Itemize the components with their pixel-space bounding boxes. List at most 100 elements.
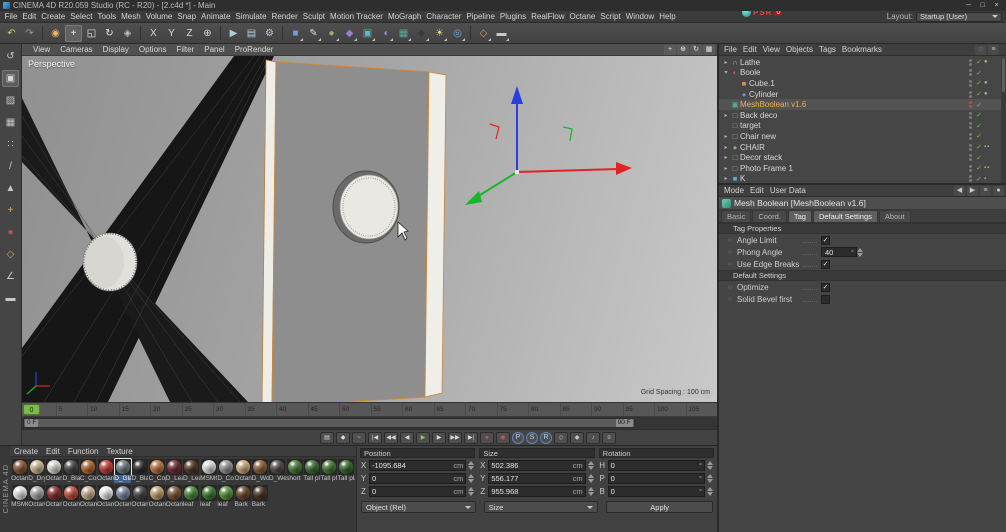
size-mode-select[interactable]: Size bbox=[484, 501, 599, 513]
object-tree-row[interactable]: □ target ✓ bbox=[719, 121, 1006, 132]
object-type-icon[interactable]: ■ bbox=[730, 174, 740, 183]
viewport-label[interactable]: Perspective bbox=[28, 59, 75, 69]
material-item[interactable]: C_Copp bbox=[149, 459, 166, 483]
material-item[interactable]: D_Wear bbox=[269, 459, 286, 483]
viewport-canvas[interactable] bbox=[22, 56, 717, 402]
expander-icon[interactable]: ▸ bbox=[722, 59, 730, 66]
scale-tool-icon[interactable]: ◱ bbox=[83, 25, 100, 42]
object-tree-row[interactable]: ▸ □ Decor stack ✓ bbox=[719, 152, 1006, 163]
menu-item[interactable]: RealFlow bbox=[529, 12, 567, 21]
boolean-disc-object[interactable] bbox=[333, 171, 399, 243]
material-item[interactable]: Octane bbox=[149, 485, 166, 509]
material-menu-item[interactable]: Texture bbox=[103, 447, 137, 456]
record-parameter-toggle[interactable]: ◇ bbox=[554, 432, 568, 444]
attribute-tab[interactable]: Tag bbox=[788, 210, 812, 222]
material-item[interactable]: D_Leath bbox=[183, 459, 200, 483]
material-item[interactable]: D_Blacl bbox=[63, 459, 80, 483]
value-spinner[interactable] bbox=[588, 461, 595, 470]
object-type-icon[interactable]: ∩ bbox=[730, 58, 740, 67]
expander-icon[interactable]: ▸ bbox=[722, 165, 730, 172]
object-label[interactable]: target bbox=[740, 121, 966, 130]
section-header[interactable]: Default Settings bbox=[719, 270, 1006, 281]
object-type-icon[interactable]: ■ bbox=[739, 79, 749, 88]
value-spinner[interactable] bbox=[707, 461, 714, 470]
menu-item[interactable]: Simulate bbox=[233, 12, 269, 21]
viewport-solo-icon[interactable]: ● bbox=[2, 224, 19, 241]
material-item[interactable]: MSMC1 bbox=[200, 459, 217, 483]
menu-item[interactable]: MoGraph bbox=[385, 12, 423, 21]
keyframe-circle-icon[interactable]: ○ bbox=[728, 237, 737, 244]
z-axis-lock-button[interactable]: Z bbox=[181, 25, 198, 42]
material-item[interactable]: Octane bbox=[166, 485, 183, 509]
object-manager-menu-item[interactable]: Objects bbox=[783, 45, 816, 54]
gizmo-origin[interactable] bbox=[515, 170, 519, 174]
material-menu-item[interactable]: Function bbox=[64, 447, 103, 456]
redo-icon[interactable]: ↷ bbox=[21, 25, 38, 42]
layout-select[interactable]: Startup (User) bbox=[916, 12, 1002, 22]
attribute-tab[interactable]: Coord. bbox=[752, 210, 787, 222]
material-item[interactable]: Bark bbox=[252, 485, 269, 509]
record-position-toggle[interactable]: P bbox=[512, 432, 524, 444]
object-type-icon[interactable]: □ bbox=[730, 164, 740, 173]
material-item[interactable]: D_Black bbox=[131, 459, 148, 483]
enabled-check-icon[interactable]: ✓ bbox=[974, 175, 984, 183]
viewport-menu-item[interactable]: Filter bbox=[171, 45, 199, 54]
keyframe-selection-button[interactable]: ◆ bbox=[570, 432, 584, 444]
x-axis-arrow[interactable] bbox=[517, 162, 632, 175]
value-spinner[interactable] bbox=[588, 487, 595, 496]
viewport-menu-item[interactable]: Options bbox=[134, 45, 172, 54]
value-spinner[interactable] bbox=[707, 474, 714, 483]
coordinate-value-field[interactable]: -1095.684 cm bbox=[369, 460, 466, 471]
material-item[interactable]: Octane bbox=[131, 485, 148, 509]
object-label[interactable]: Boole bbox=[740, 68, 966, 77]
axis-gizmo[interactable] bbox=[465, 86, 632, 205]
object-label[interactable]: CHAIR bbox=[740, 143, 966, 152]
visibility-dots[interactable] bbox=[966, 91, 974, 98]
visibility-dots[interactable] bbox=[966, 80, 974, 87]
coordinate-value-field[interactable]: 0 ° bbox=[608, 473, 705, 484]
y-axis-lock-button[interactable]: Y bbox=[163, 25, 180, 42]
render-settings-button[interactable]: ⚙ bbox=[261, 25, 278, 42]
range-end-handle[interactable]: 90 F bbox=[616, 419, 633, 427]
object-type-icon[interactable]: ● bbox=[730, 143, 740, 152]
generators-button[interactable]: ● bbox=[323, 25, 340, 42]
object-manager-menu-item[interactable]: View bbox=[760, 45, 783, 54]
nav-back-icon[interactable]: ◀ bbox=[954, 186, 965, 196]
value-spinner[interactable] bbox=[707, 487, 714, 496]
render-picture-viewer-button[interactable]: ▤ bbox=[243, 25, 260, 42]
menu-item[interactable]: Help bbox=[657, 12, 678, 21]
camera-button[interactable]: ◆ bbox=[413, 25, 430, 42]
expander-icon[interactable]: ▸ bbox=[722, 112, 730, 119]
object-type-icon[interactable]: □ bbox=[730, 132, 740, 141]
undo-icon[interactable]: ↶ bbox=[3, 25, 20, 42]
enabled-check-icon[interactable]: ✓ bbox=[974, 132, 984, 140]
record-rotation-toggle[interactable]: R bbox=[540, 432, 552, 444]
object-tree-row[interactable]: ▸ □ Back deco ✓ bbox=[719, 110, 1006, 121]
make-editable-icon[interactable]: ↺ bbox=[2, 48, 19, 65]
rotate-view-icon[interactable]: ↻ bbox=[690, 45, 702, 55]
material-item[interactable]: Octane bbox=[45, 459, 62, 483]
object-tree-row[interactable]: ▸ ■ K ✓ ▪ bbox=[719, 174, 1006, 183]
pan-view-icon[interactable]: + bbox=[664, 45, 676, 55]
menu-item[interactable]: Select bbox=[68, 12, 95, 21]
menu-item[interactable]: Tools bbox=[95, 12, 119, 21]
material-item[interactable]: Tall plai bbox=[338, 459, 355, 483]
menu-item[interactable]: Character bbox=[424, 12, 464, 21]
menu-item[interactable]: Script bbox=[598, 12, 623, 21]
object-type-icon[interactable]: □ bbox=[730, 153, 740, 162]
viewport-menu-item[interactable]: ProRender bbox=[230, 45, 279, 54]
goto-start-button[interactable]: |◀ bbox=[368, 432, 382, 444]
visibility-dots[interactable] bbox=[966, 133, 974, 140]
object-tree-row[interactable]: ● Cylinder ✓ ● bbox=[719, 89, 1006, 100]
workplane-button[interactable]: ▬ bbox=[493, 25, 510, 42]
sound-toggle[interactable]: ♪ bbox=[586, 432, 600, 444]
preview-range-track[interactable]: 0 F 90 F bbox=[23, 418, 635, 428]
coordinate-value-field[interactable]: 0 cm bbox=[369, 473, 466, 484]
move-tool-icon[interactable]: + bbox=[65, 25, 82, 42]
expander-icon[interactable]: ▸ bbox=[722, 144, 730, 151]
keyframe-circle-icon[interactable]: ○ bbox=[728, 249, 737, 256]
filter-icon[interactable]: ≡ bbox=[988, 45, 999, 55]
material-item[interactable]: Octane bbox=[11, 459, 28, 483]
visibility-dots[interactable] bbox=[966, 112, 974, 119]
coordinate-value-field[interactable]: 0 cm bbox=[369, 486, 466, 497]
